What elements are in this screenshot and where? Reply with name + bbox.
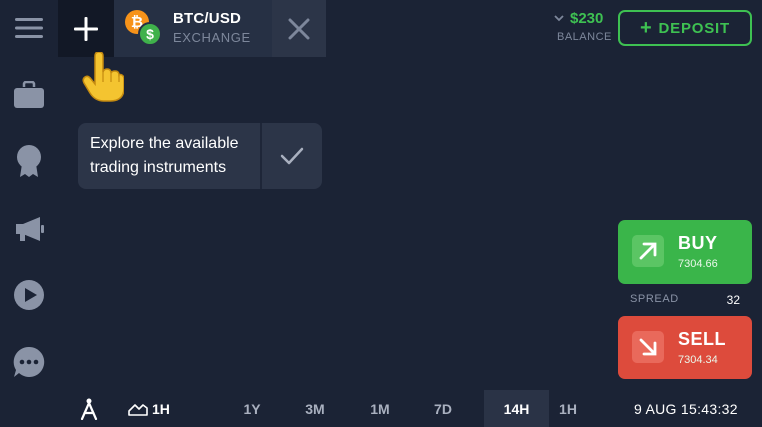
- sell-arrow-container: [632, 331, 664, 363]
- asset-name: BTC/USD: [173, 10, 242, 27]
- dollar-coin-icon: $: [138, 22, 162, 46]
- spread-value: 32: [726, 293, 740, 307]
- deposit-label: DEPOSIT: [658, 19, 730, 37]
- chat-button[interactable]: [8, 341, 50, 383]
- area-chart-icon: [128, 403, 148, 416]
- buy-arrow-container: [632, 235, 664, 267]
- check-icon: [280, 147, 304, 165]
- chart-interval-label: 1H: [152, 400, 170, 417]
- pointing-hand-icon: [82, 52, 124, 102]
- timeframe-bar: 1H 1Y 3M 1M 7D 14H 1H 9 AUG 15:43:32: [0, 390, 762, 427]
- video-tutorials-button[interactable]: [8, 274, 50, 316]
- play-icon: [14, 280, 44, 310]
- sell-button[interactable]: SELL 7304.34: [618, 316, 752, 379]
- compass-drawing-icon: [80, 398, 98, 420]
- timeframe-1h[interactable]: 1H: [549, 390, 587, 427]
- award-ribbon-icon: [17, 145, 41, 177]
- timeframe-7d[interactable]: 7D: [423, 390, 463, 427]
- timeframe-1y[interactable]: 1Y: [232, 390, 272, 427]
- balance-amount[interactable]: $230: [570, 10, 603, 27]
- tournaments-button[interactable]: [8, 140, 50, 182]
- app-root: ₿ $ BTC/USD EXCHANGE $230 BALANCE + DEPO…: [0, 0, 762, 427]
- buy-label: BUY: [678, 233, 718, 253]
- chat-icon: [13, 346, 45, 377]
- onboarding-tooltip: Explore the available trading instrument…: [78, 123, 322, 189]
- chart-type-button[interactable]: 1H: [128, 390, 170, 427]
- sell-label: SELL: [678, 329, 727, 349]
- timeframe-1m[interactable]: 1M: [360, 390, 400, 427]
- tooltip-confirm-button[interactable]: [262, 123, 322, 189]
- balance-label: BALANCE: [557, 31, 612, 43]
- timeframe-3m[interactable]: 3M: [295, 390, 335, 427]
- plus-icon: [74, 16, 98, 41]
- spread-label: SPREAD: [630, 293, 679, 305]
- sell-price: 7304.34: [678, 354, 718, 366]
- plus-icon: +: [640, 17, 653, 39]
- menu-button[interactable]: [8, 7, 50, 49]
- arrow-up-right-icon: [639, 242, 657, 260]
- timeframe-14h[interactable]: 14H: [484, 390, 549, 427]
- briefcase-icon: [14, 81, 44, 108]
- megaphone-icon: [16, 217, 44, 241]
- buy-price: 7304.66: [678, 258, 718, 270]
- news-button[interactable]: [8, 208, 50, 250]
- buy-button[interactable]: BUY 7304.66: [618, 220, 752, 284]
- deposit-button[interactable]: + DEPOSIT: [618, 10, 752, 46]
- portfolio-button[interactable]: [8, 74, 50, 116]
- asset-type: EXCHANGE: [173, 30, 251, 45]
- drawing-tools-button[interactable]: [78, 396, 100, 422]
- tooltip-text: Explore the available trading instrument…: [90, 135, 239, 176]
- close-icon: [288, 18, 310, 39]
- arrow-down-right-icon: [639, 338, 657, 356]
- menu-icon: [15, 18, 43, 38]
- sidebar: [0, 0, 58, 427]
- chevron-down-icon[interactable]: [553, 12, 565, 24]
- close-asset-tab-button[interactable]: [272, 0, 326, 57]
- add-asset-button[interactable]: [58, 0, 114, 57]
- current-datetime: 9 AUG 15:43:32: [634, 400, 738, 417]
